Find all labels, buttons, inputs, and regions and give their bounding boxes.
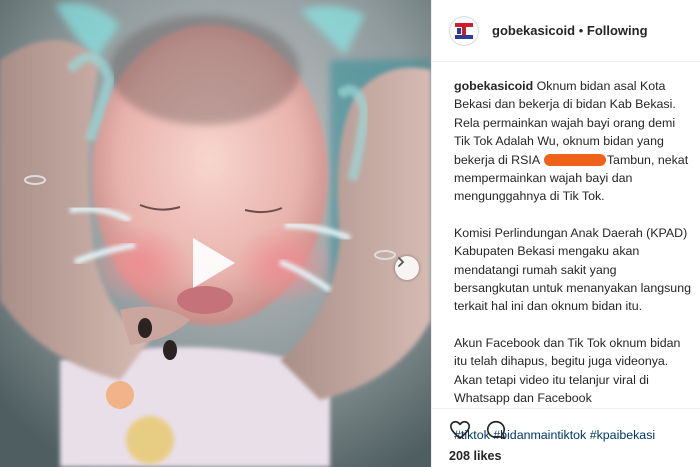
brand-logo-icon	[455, 22, 473, 39]
post-header-text: gobekasicoid • Following	[492, 23, 648, 38]
next-media-button[interactable]	[395, 256, 419, 280]
following-button[interactable]: Following	[587, 23, 648, 38]
caption-paragraph-1: gobekasicoid Oknum bidan asal Kota Bekas…	[454, 77, 694, 206]
username-link[interactable]: gobekasicoid	[492, 23, 575, 38]
play-button[interactable]	[183, 234, 241, 292]
caption-paragraph-2: Komisi Perlindungan Anak Daerah (KPAD) K…	[454, 225, 691, 314]
post-video[interactable]	[0, 0, 431, 467]
header-separator: •	[578, 23, 584, 38]
post-header: gobekasicoid • Following	[432, 0, 700, 62]
comment-icon[interactable]	[485, 419, 507, 441]
post-caption: gobekasicoid Oknum bidan asal Kota Bekas…	[454, 77, 694, 462]
chevron-right-icon	[398, 257, 405, 267]
play-icon	[193, 238, 235, 288]
instagram-post-window: gobekasicoid • Following gobekasicoid Ok…	[0, 0, 700, 467]
redaction-mark	[543, 154, 606, 167]
avatar[interactable]	[449, 15, 479, 46]
likes-count[interactable]: 208 likes	[449, 449, 700, 463]
post-actions: 208 likes	[432, 408, 700, 467]
heart-icon[interactable]	[449, 419, 471, 441]
action-icon-row	[449, 419, 700, 441]
post-details-panel: gobekasicoid • Following gobekasicoid Ok…	[431, 0, 700, 467]
caption-username-link[interactable]: gobekasicoid	[454, 79, 533, 93]
caption-paragraph-3: Akun Facebook dan Tik Tok oknum bidan it…	[454, 335, 681, 406]
